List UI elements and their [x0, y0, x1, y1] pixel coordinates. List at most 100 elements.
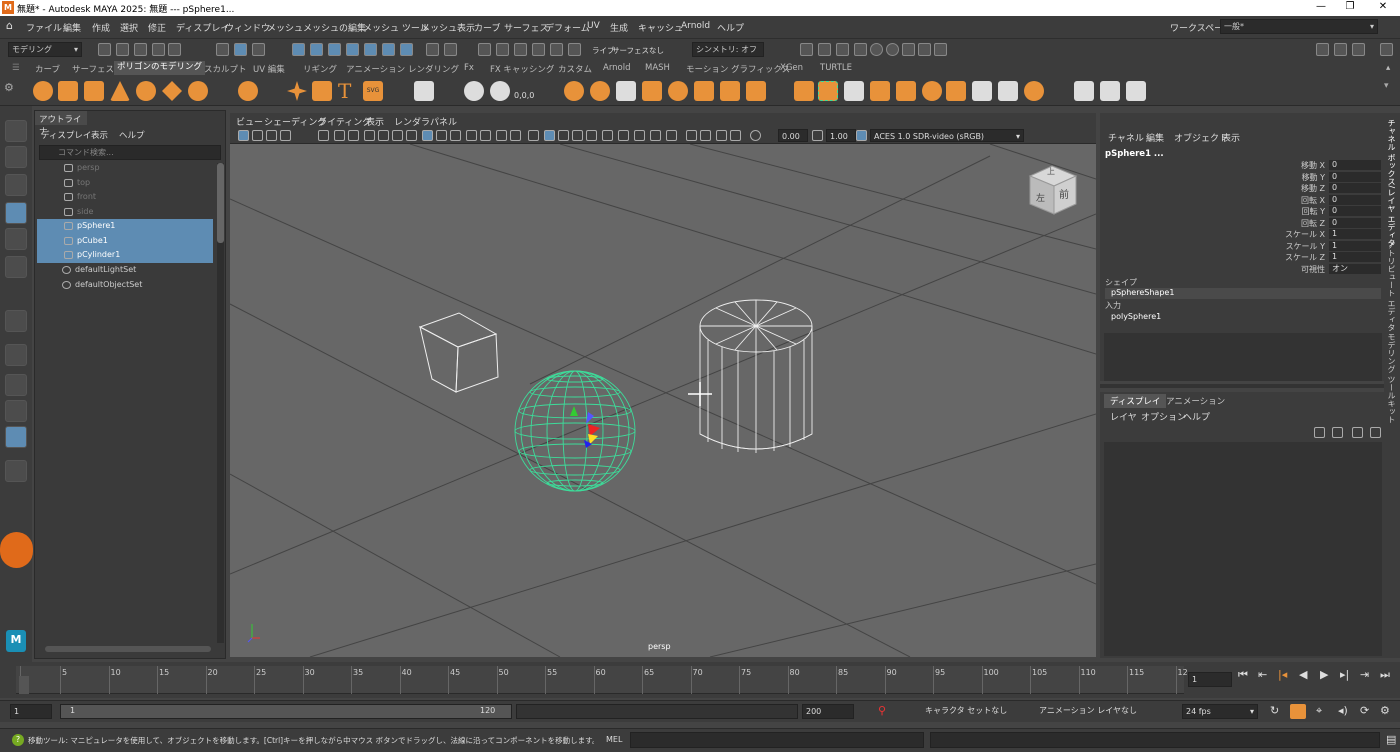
current-frame-field[interactable]: 1: [1188, 672, 1232, 687]
select-component-icon[interactable]: [252, 43, 265, 56]
shelf-tab-motion-graphics[interactable]: モーション グラフィックス: [686, 63, 790, 75]
auto-key-icon[interactable]: ⚲: [878, 704, 886, 717]
poly-sphere-icon[interactable]: [33, 81, 53, 101]
render-region-icon[interactable]: [800, 43, 813, 56]
multi-cut-icon[interactable]: [922, 81, 942, 101]
menu-edit[interactable]: 編集: [63, 21, 81, 34]
attr-value[interactable]: オン: [1329, 263, 1381, 274]
colorspace-dropdown[interactable]: ACES 1.0 SDR-video (sRGB) ▾: [870, 129, 1024, 142]
vp-menu-show[interactable]: 表示: [366, 115, 384, 128]
move-manipulator[interactable]: [570, 406, 600, 448]
target-weld-icon[interactable]: [998, 81, 1018, 101]
mash-grid-icon[interactable]: [414, 81, 434, 101]
outliner-menu-help[interactable]: ヘルプ: [119, 129, 145, 141]
shelf-tab-rigging[interactable]: リギング: [303, 63, 337, 75]
platonic-solid-icon[interactable]: [238, 81, 258, 101]
use-all-lights-icon[interactable]: [572, 130, 583, 141]
attr-value[interactable]: 0: [1329, 206, 1381, 216]
pcube-wireframe[interactable]: [418, 312, 499, 393]
last-tool-icon[interactable]: [5, 310, 27, 332]
field-chart-icon[interactable]: [406, 130, 417, 141]
attr-value[interactable]: 1: [1329, 252, 1381, 262]
attr-value[interactable]: 1: [1329, 229, 1381, 239]
lock-icon[interactable]: [426, 43, 439, 56]
menu-uv[interactable]: UV: [587, 21, 600, 31]
shelf-tab-arnold[interactable]: Arnold: [603, 63, 631, 73]
workspace-dropdown[interactable]: 一般* ▾: [1220, 19, 1378, 34]
go-to-start-icon[interactable]: ⏮: [1238, 668, 1248, 682]
textured-icon[interactable]: [558, 130, 569, 141]
menu-help[interactable]: ヘルプ: [717, 21, 744, 34]
depth-of-field-icon[interactable]: [666, 130, 677, 141]
poly-cylinder-icon[interactable]: [84, 81, 104, 101]
channel-menu-show[interactable]: 表示: [1222, 131, 1240, 144]
shelf-tab-uv-editing[interactable]: UV 編集: [253, 63, 285, 75]
attr-value[interactable]: 0: [1329, 183, 1381, 193]
snap-curve-icon[interactable]: [496, 43, 509, 56]
outliner-layout-icon[interactable]: [5, 426, 27, 448]
step-back-key-icon[interactable]: ⇤: [1258, 668, 1267, 681]
close-icon[interactable]: ✕: [1374, 1, 1392, 12]
lasso-tool-icon[interactable]: [5, 146, 27, 168]
poly-torus-icon[interactable]: [136, 81, 156, 101]
soft-select-icon[interactable]: [1126, 81, 1146, 101]
separate-icon[interactable]: [590, 81, 610, 101]
mirror-icon[interactable]: [694, 81, 714, 101]
flat-shade-icon[interactable]: [510, 130, 521, 141]
append-icon[interactable]: [870, 81, 890, 101]
menu-curves[interactable]: カーブ: [474, 21, 500, 34]
panel-splitter[interactable]: [1100, 384, 1384, 388]
menu-surfaces[interactable]: サーフェス: [504, 21, 548, 34]
grid-icon[interactable]: [422, 130, 433, 141]
select-object-icon[interactable]: [234, 43, 247, 56]
mask-joints-icon[interactable]: [310, 43, 323, 56]
poly-cube-icon[interactable]: [58, 81, 78, 101]
center-pivot-icon[interactable]: 0,0,0: [514, 81, 534, 101]
attr-value[interactable]: 0: [1329, 171, 1381, 182]
vp-menu-panels[interactable]: パネル: [430, 115, 457, 128]
ipr-render-icon[interactable]: [836, 43, 849, 56]
live-surface-value[interactable]: サーフェスなし: [612, 45, 664, 56]
grid-toggle-icon[interactable]: [348, 130, 359, 141]
outliner-scrollbar-thumb[interactable]: [217, 163, 224, 243]
list-item[interactable]: persp: [37, 161, 213, 176]
channel-menu-edit[interactable]: 編集: [1146, 131, 1164, 144]
color-management-icon[interactable]: [856, 130, 867, 141]
smooth-shade-icon[interactable]: [480, 130, 491, 141]
wireframe-icon[interactable]: [466, 130, 477, 141]
grease-pencil-icon[interactable]: [334, 130, 345, 141]
xray-icon[interactable]: [496, 130, 507, 141]
undo-icon[interactable]: [152, 43, 165, 56]
time-slider[interactable]: 1510152025303540455055606570758085909510…: [0, 662, 1400, 698]
mask-handles-icon[interactable]: [292, 43, 305, 56]
tab-display-layers[interactable]: ディスプレイ: [1104, 394, 1167, 408]
outliner-menu-show[interactable]: 表示: [91, 129, 108, 141]
mask-dynamics-icon[interactable]: [382, 43, 395, 56]
manipulator-center[interactable]: [588, 434, 598, 444]
xray-joints-icon[interactable]: [686, 130, 697, 141]
insert-edge-loop-icon[interactable]: [946, 81, 966, 101]
animation-start-field[interactable]: 1: [10, 704, 52, 719]
step-back-frame-icon[interactable]: |◂: [1278, 668, 1287, 681]
camera-attributes-icon[interactable]: [252, 130, 263, 141]
safe-action-icon[interactable]: [436, 130, 447, 141]
outliner-tab[interactable]: アウトライナ: [35, 111, 87, 137]
image-plane-icon[interactable]: [280, 130, 291, 141]
layout-icon[interactable]: [1352, 43, 1365, 56]
pcylinder-wireframe[interactable]: [699, 299, 813, 453]
step-forward-key-icon[interactable]: ⇥: [1360, 668, 1369, 681]
outliner-hscrollbar[interactable]: [45, 646, 211, 652]
resolution-gate-icon[interactable]: [378, 130, 389, 141]
script-type-label[interactable]: MEL: [606, 735, 622, 744]
menu-deform[interactable]: デフォーム: [545, 21, 590, 34]
mask-curves-icon[interactable]: [328, 43, 341, 56]
poly-plane-icon[interactable]: [162, 81, 182, 101]
pause-icon[interactable]: [934, 43, 947, 56]
menuset-dropdown[interactable]: モデリング ▾: [8, 42, 82, 57]
bookmarks-icon[interactable]: [266, 130, 277, 141]
reduce-icon[interactable]: [720, 81, 740, 101]
new-layer-icon[interactable]: [1352, 427, 1363, 438]
offset-edge-loop-icon[interactable]: [972, 81, 992, 101]
retopologize-icon[interactable]: [746, 81, 766, 101]
scale-tool-icon[interactable]: [5, 256, 27, 278]
